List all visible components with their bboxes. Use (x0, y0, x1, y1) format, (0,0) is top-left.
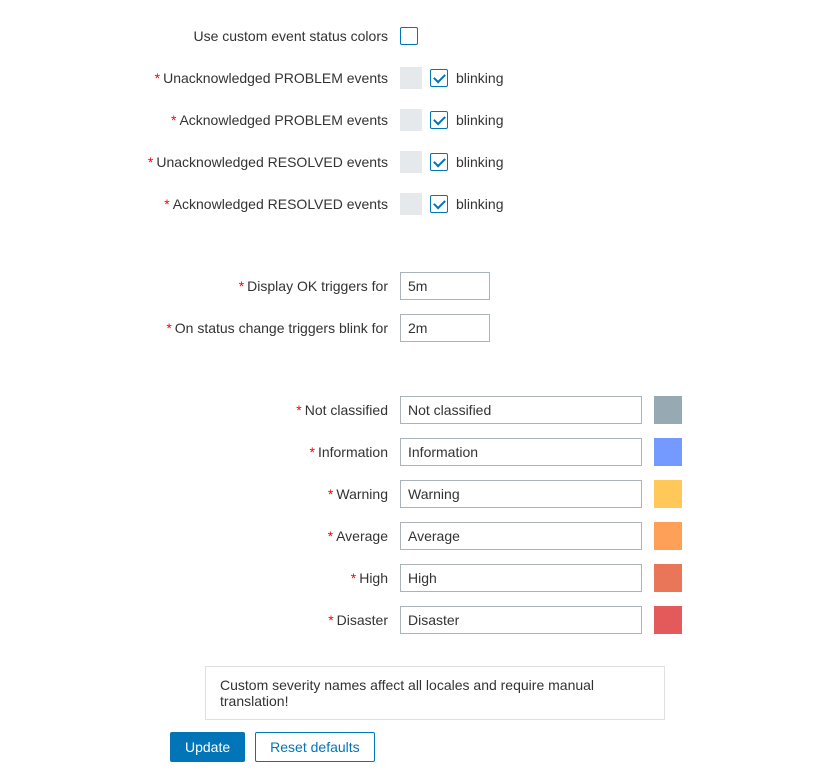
blinking-label: blinking (456, 154, 503, 170)
severity-name-input[interactable] (400, 480, 642, 508)
required-asterisk: * (155, 70, 160, 86)
severity-color-swatch[interactable] (654, 522, 682, 550)
blinking-label: blinking (456, 196, 503, 212)
reset-defaults-button[interactable]: Reset defaults (255, 732, 375, 762)
required-asterisk: * (148, 154, 153, 170)
required-asterisk: * (239, 278, 244, 294)
ack-problem-blinking-checkbox[interactable] (430, 111, 448, 129)
severity-color-swatch[interactable] (654, 396, 682, 424)
required-asterisk: * (296, 402, 301, 418)
display-ok-input[interactable] (400, 272, 490, 300)
required-asterisk: * (351, 570, 356, 586)
severity-label: Information (318, 444, 388, 460)
ack-resolved-blinking-checkbox[interactable] (430, 195, 448, 213)
ack-problem-color-swatch[interactable] (400, 109, 422, 131)
ack-resolved-color-swatch[interactable] (400, 193, 422, 215)
update-button[interactable]: Update (170, 732, 245, 762)
required-asterisk: * (166, 320, 171, 336)
severity-color-swatch[interactable] (654, 438, 682, 466)
use-custom-colors-label: Use custom event status colors (193, 28, 388, 44)
severity-label: Warning (336, 486, 388, 502)
required-asterisk: * (328, 528, 333, 544)
required-asterisk: * (328, 612, 333, 628)
severity-name-input[interactable] (400, 438, 642, 466)
severity-label: High (359, 570, 388, 586)
severity-note: Custom severity names affect all locales… (205, 666, 665, 720)
unack-resolved-color-swatch[interactable] (400, 151, 422, 173)
on-status-change-input[interactable] (400, 314, 490, 342)
severity-color-swatch[interactable] (654, 606, 682, 634)
on-status-change-label: On status change triggers blink for (175, 320, 388, 336)
severity-label: Not classified (305, 402, 388, 418)
required-asterisk: * (171, 112, 176, 128)
ack-problem-label: Acknowledged PROBLEM events (179, 112, 388, 128)
unack-problem-blinking-checkbox[interactable] (430, 69, 448, 87)
unack-resolved-label: Unacknowledged RESOLVED events (156, 154, 388, 170)
display-ok-label: Display OK triggers for (247, 278, 388, 294)
required-asterisk: * (310, 444, 315, 460)
use-custom-colors-checkbox[interactable] (400, 27, 418, 45)
blinking-label: blinking (456, 70, 503, 86)
blinking-label: blinking (456, 112, 503, 128)
severity-label: Disaster (337, 612, 388, 628)
required-asterisk: * (164, 196, 169, 212)
unack-problem-color-swatch[interactable] (400, 67, 422, 89)
required-asterisk: * (328, 486, 333, 502)
severity-label: Average (336, 528, 388, 544)
severity-name-input[interactable] (400, 396, 642, 424)
severity-name-input[interactable] (400, 522, 642, 550)
severity-name-input[interactable] (400, 606, 642, 634)
severity-color-swatch[interactable] (654, 480, 682, 508)
unack-resolved-blinking-checkbox[interactable] (430, 153, 448, 171)
severity-name-input[interactable] (400, 564, 642, 592)
unack-problem-label: Unacknowledged PROBLEM events (163, 70, 388, 86)
ack-resolved-label: Acknowledged RESOLVED events (173, 196, 388, 212)
severity-color-swatch[interactable] (654, 564, 682, 592)
